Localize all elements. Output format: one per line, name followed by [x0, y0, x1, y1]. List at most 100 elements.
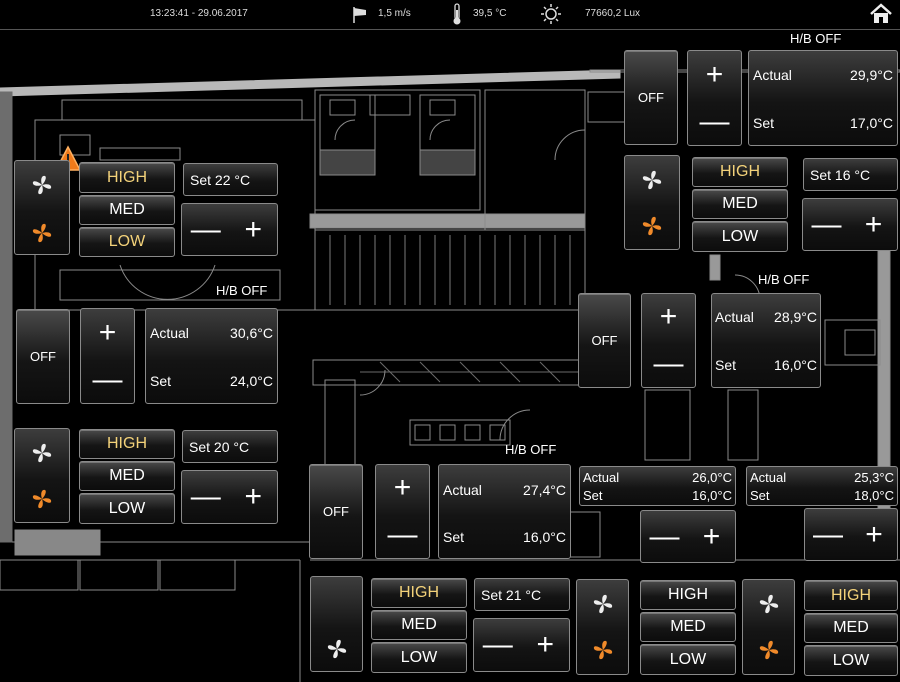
- zone-6-adjust: — +: [804, 508, 898, 561]
- fan-6-med-button[interactable]: MED: [804, 613, 898, 643]
- zone-1-adjust: + —: [687, 50, 742, 146]
- fan-3-minus-button[interactable]: —: [803, 199, 850, 250]
- fan-4-plus-button[interactable]: +: [522, 619, 570, 671]
- fan-3-setpoint: Set 16 °C: [803, 158, 898, 191]
- fan-2-plus-button[interactable]: +: [230, 471, 278, 523]
- zone-6-readout: Actual 25,3°C Set 18,0°C: [746, 466, 898, 506]
- zone-5-minus-button[interactable]: —: [641, 511, 688, 562]
- fan-2-high-button[interactable]: HIGH: [79, 429, 175, 459]
- zone-4-minus-button[interactable]: —: [376, 512, 429, 559]
- zone-2-adjust: + —: [80, 308, 135, 404]
- thermometer-icon: [450, 2, 464, 26]
- zone-6-plus-button[interactable]: +: [851, 509, 897, 560]
- zone-2-readout: Actual 30,6°C Set 24,0°C: [145, 308, 278, 404]
- zone-1-set: 17,0°C: [850, 115, 893, 131]
- zone-1-readout: Actual 29,9°C Set 17,0°C: [748, 50, 898, 146]
- zone-1-off-button[interactable]: OFF: [624, 50, 678, 145]
- zone-6-minus-button[interactable]: —: [805, 509, 851, 560]
- zone-5-readout: Actual 26,0°C Set 16,0°C: [579, 466, 736, 506]
- fan-4-adjust: — +: [473, 618, 570, 672]
- zone-6-set: 18,0°C: [854, 488, 894, 503]
- sun-icon: [540, 3, 562, 25]
- fan-5-low-button[interactable]: LOW: [640, 644, 736, 675]
- zone-3-plus-button[interactable]: +: [642, 294, 695, 341]
- actual-label: Actual: [150, 325, 189, 341]
- home-icon[interactable]: [868, 3, 894, 25]
- zone-2-set: 24,0°C: [230, 373, 273, 389]
- fan-5-high-button[interactable]: HIGH: [640, 580, 736, 610]
- fan-3-high-button[interactable]: HIGH: [692, 157, 788, 187]
- zone-5-adjust: — +: [640, 510, 736, 563]
- set-label: Set: [443, 529, 465, 545]
- fan-6-high-button[interactable]: HIGH: [804, 580, 898, 611]
- zone-3-set: 16,0°C: [774, 357, 817, 373]
- actual-label: Actual: [750, 470, 787, 485]
- status-bar: 13:23:41 - 29.06.2017 1,5 m/s 39,5 °C 77…: [0, 0, 900, 30]
- fan-icon: [757, 592, 781, 621]
- fan-3-med-button[interactable]: MED: [692, 189, 788, 219]
- fan-4-low-button[interactable]: LOW: [371, 642, 467, 673]
- fan-unit-5: [576, 579, 629, 675]
- hb-status-3: H/B OFF: [758, 272, 810, 287]
- zone-1-plus-button[interactable]: +: [688, 51, 741, 98]
- fan-4-minus-button[interactable]: —: [474, 619, 522, 671]
- fan-icon: [591, 592, 615, 621]
- zone-2-plus-button[interactable]: +: [81, 309, 134, 356]
- fan-unit-6: [742, 579, 795, 675]
- light-level: 77660,2 Lux: [585, 8, 641, 19]
- fan-unit-4: [310, 576, 363, 672]
- fan-1-high-button[interactable]: HIGH: [79, 162, 175, 193]
- fan-1-low-button[interactable]: LOW: [79, 227, 175, 257]
- datetime: 13:23:41 - 29.06.2017: [150, 8, 248, 19]
- zone-4-actual: 27,4°C: [523, 482, 566, 498]
- set-label: Set: [150, 373, 172, 389]
- fan-active-icon: [30, 221, 54, 250]
- fan-icon: [640, 168, 664, 197]
- set-label: Set: [753, 115, 775, 131]
- actual-label: Actual: [715, 309, 754, 325]
- fan-active-icon: [591, 638, 615, 667]
- fan-active-icon: [640, 214, 664, 243]
- set-label: Set: [715, 357, 737, 373]
- zone-4-plus-button[interactable]: +: [376, 465, 429, 512]
- fan-2-med-button[interactable]: MED: [79, 461, 175, 491]
- zone-1-actual: 29,9°C: [850, 67, 893, 83]
- fan-2-low-button[interactable]: LOW: [79, 493, 175, 524]
- actual-label: Actual: [583, 470, 620, 485]
- fan-3-adjust: — +: [802, 198, 898, 251]
- zone-3-off-button[interactable]: OFF: [578, 293, 631, 388]
- zone-3-readout: Actual 28,9°C Set 16,0°C: [711, 293, 821, 388]
- zone-2-off-button[interactable]: OFF: [16, 309, 70, 404]
- fan-3-low-button[interactable]: LOW: [692, 221, 788, 252]
- fan-active-icon: [757, 638, 781, 667]
- fan-unit-3: [624, 155, 680, 250]
- outdoor-temperature: 39,5 °C: [473, 8, 507, 19]
- fan-4-med-button[interactable]: MED: [371, 610, 467, 640]
- fan-4-high-button[interactable]: HIGH: [371, 578, 467, 608]
- fan-1-adjust: — +: [181, 203, 278, 256]
- zone-5-plus-button[interactable]: +: [688, 511, 735, 562]
- zone-5-actual: 26,0°C: [692, 470, 732, 485]
- hb-status-4: H/B OFF: [505, 442, 557, 457]
- zone-4-off-button[interactable]: OFF: [309, 464, 363, 559]
- fan-unit-2: [14, 428, 70, 523]
- fan-1-minus-button[interactable]: —: [182, 204, 230, 255]
- fan-2-adjust: — +: [181, 470, 278, 524]
- set-label: Set: [750, 488, 770, 503]
- fan-active-icon: [30, 487, 54, 516]
- fan-unit-1: [14, 160, 70, 255]
- fan-2-setpoint: Set 20 °C: [182, 430, 278, 463]
- actual-label: Actual: [753, 67, 792, 83]
- zone-1-minus-button[interactable]: —: [688, 98, 741, 145]
- fan-icon: [30, 441, 54, 470]
- zone-3-adjust: + —: [641, 293, 696, 388]
- zone-5-set: 16,0°C: [692, 488, 732, 503]
- fan-2-minus-button[interactable]: —: [182, 471, 230, 523]
- fan-6-low-button[interactable]: LOW: [804, 645, 898, 676]
- fan-3-plus-button[interactable]: +: [850, 199, 897, 250]
- fan-1-plus-button[interactable]: +: [230, 204, 278, 255]
- zone-3-minus-button[interactable]: —: [642, 341, 695, 388]
- zone-2-minus-button[interactable]: —: [81, 356, 134, 403]
- fan-5-med-button[interactable]: MED: [640, 612, 736, 642]
- fan-1-med-button[interactable]: MED: [79, 195, 175, 225]
